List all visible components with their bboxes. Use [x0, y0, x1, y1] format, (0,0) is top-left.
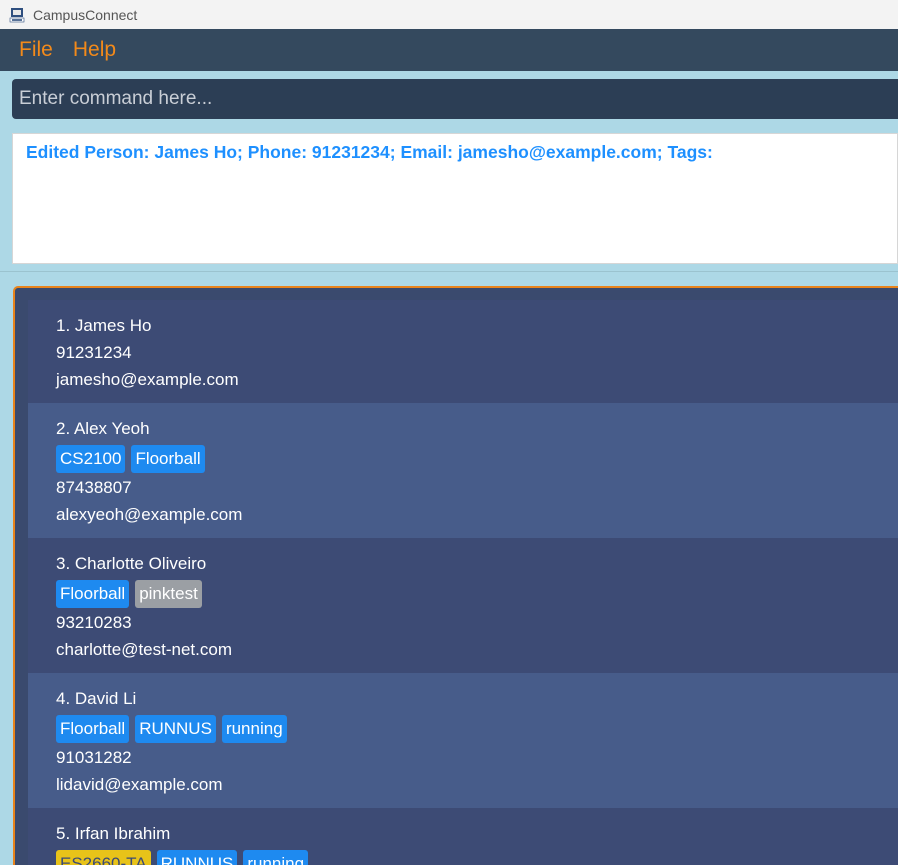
tag: Floorball: [56, 580, 130, 608]
person-card[interactable]: 3. Charlotte Oliveiro Floorball pinktest…: [28, 538, 898, 673]
tag-list: Floorball pinktest: [56, 579, 898, 609]
person-email: charlotte@test-net.com: [56, 640, 232, 659]
tag: pinktest: [135, 580, 202, 608]
window-title: CampusConnect: [33, 6, 138, 23]
tag-list: CS2100 Floorball: [56, 444, 898, 474]
tag: running: [243, 850, 309, 865]
person-email: alexyeoh@example.com: [56, 505, 243, 524]
tag: Floorball: [131, 445, 205, 473]
person-list[interactable]: 1. James Ho 91231234 jamesho@example.com…: [28, 300, 898, 865]
tag: ES2660-TA: [56, 850, 151, 865]
person-email: jamesho@example.com: [56, 370, 239, 389]
person-list-panel[interactable]: 1. James Ho 91231234 jamesho@example.com…: [13, 286, 898, 865]
title-bar: CampusConnect: [0, 0, 898, 29]
menu-help[interactable]: Help: [63, 38, 126, 62]
person-card[interactable]: 1. James Ho 91231234 jamesho@example.com: [28, 300, 898, 403]
result-display: Edited Person: James Ho; Phone: 91231234…: [12, 133, 898, 264]
person-email: lidavid@example.com: [56, 775, 223, 794]
tag: RUNNUS: [135, 715, 216, 743]
person-phone: 87438807: [56, 478, 132, 497]
person-phone: 91231234: [56, 343, 132, 362]
person-card[interactable]: 5. Irfan Ibrahim ES2660-TA RUNNUS runnin…: [28, 808, 898, 865]
nus-logo-icon: [9, 7, 25, 23]
tag-list: ES2660-TA RUNNUS running: [56, 849, 898, 865]
person-phone: 91031282: [56, 748, 132, 767]
command-box: [12, 79, 898, 119]
menu-bar: File Help: [0, 29, 898, 71]
person-name: 3. Charlotte Oliveiro: [56, 554, 207, 573]
tag: CS2100: [56, 445, 126, 473]
tag: running: [221, 715, 287, 743]
person-name: 1. James Ho: [56, 316, 152, 335]
person-name: 5. Irfan Ibrahim: [56, 824, 171, 843]
result-message: Edited Person: James Ho; Phone: 91231234…: [26, 142, 713, 162]
menu-file[interactable]: File: [9, 38, 63, 62]
command-input[interactable]: [12, 79, 898, 119]
tag: RUNNUS: [156, 850, 238, 865]
person-name: 2. Alex Yeoh: [56, 419, 150, 438]
person-phone: 93210283: [56, 613, 132, 632]
person-card[interactable]: 4. David Li Floorball RUNNUS running 910…: [28, 673, 898, 808]
person-name: 4. David Li: [56, 689, 137, 708]
person-card[interactable]: 2. Alex Yeoh CS2100 Floorball 87438807 a…: [28, 403, 898, 538]
tag: Floorball: [56, 715, 130, 743]
divider: [0, 271, 898, 272]
tag-list: Floorball RUNNUS running: [56, 714, 898, 744]
